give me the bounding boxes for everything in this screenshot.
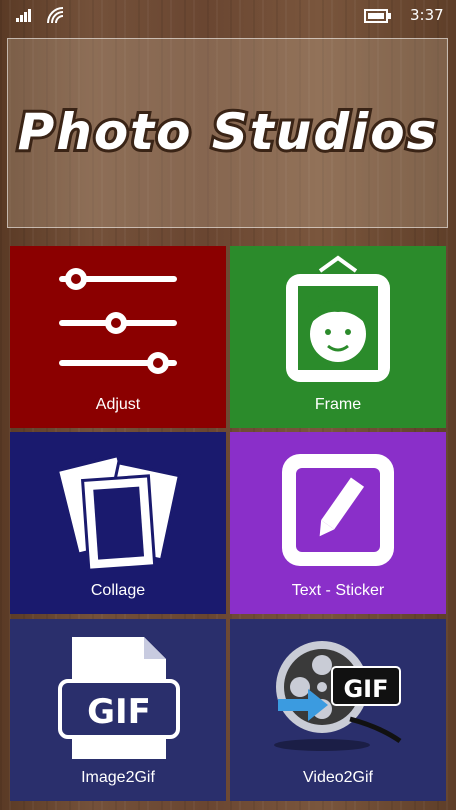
video2gif-label: Video2Gif	[303, 769, 373, 786]
title-banner: Photo Studios	[7, 38, 448, 228]
svg-text:GIF: GIF	[343, 675, 388, 703]
frame-tile[interactable]: Frame	[230, 246, 446, 428]
title-text-graphic: Photo Studios	[15, 100, 440, 164]
clock-time: 3:37	[410, 6, 444, 24]
image2gif-tile[interactable]: GIF Image2Gif	[10, 619, 226, 801]
app-title: Photo Studios	[18, 103, 439, 161]
svg-text:GIF: GIF	[87, 692, 151, 732]
battery-icon	[364, 9, 391, 23]
status-bar: 3:37	[0, 0, 456, 32]
frame-label: Frame	[314, 396, 362, 413]
text-sticker-label: Text - Sticker	[291, 582, 385, 599]
image2gif-label: Image2Gif	[81, 769, 155, 786]
adjust-label: Adjust	[95, 396, 141, 413]
adjust-tile[interactable]: Adjust	[10, 246, 226, 428]
collage-label: Collage	[90, 582, 146, 599]
signal-strength-icon	[16, 9, 31, 22]
wifi-icon	[47, 7, 64, 24]
text-sticker-tile[interactable]: Text - Sticker	[230, 432, 446, 614]
collage-tile[interactable]: Collage	[10, 432, 226, 614]
video2gif-tile[interactable]: GIF Video2Gif	[230, 619, 446, 801]
